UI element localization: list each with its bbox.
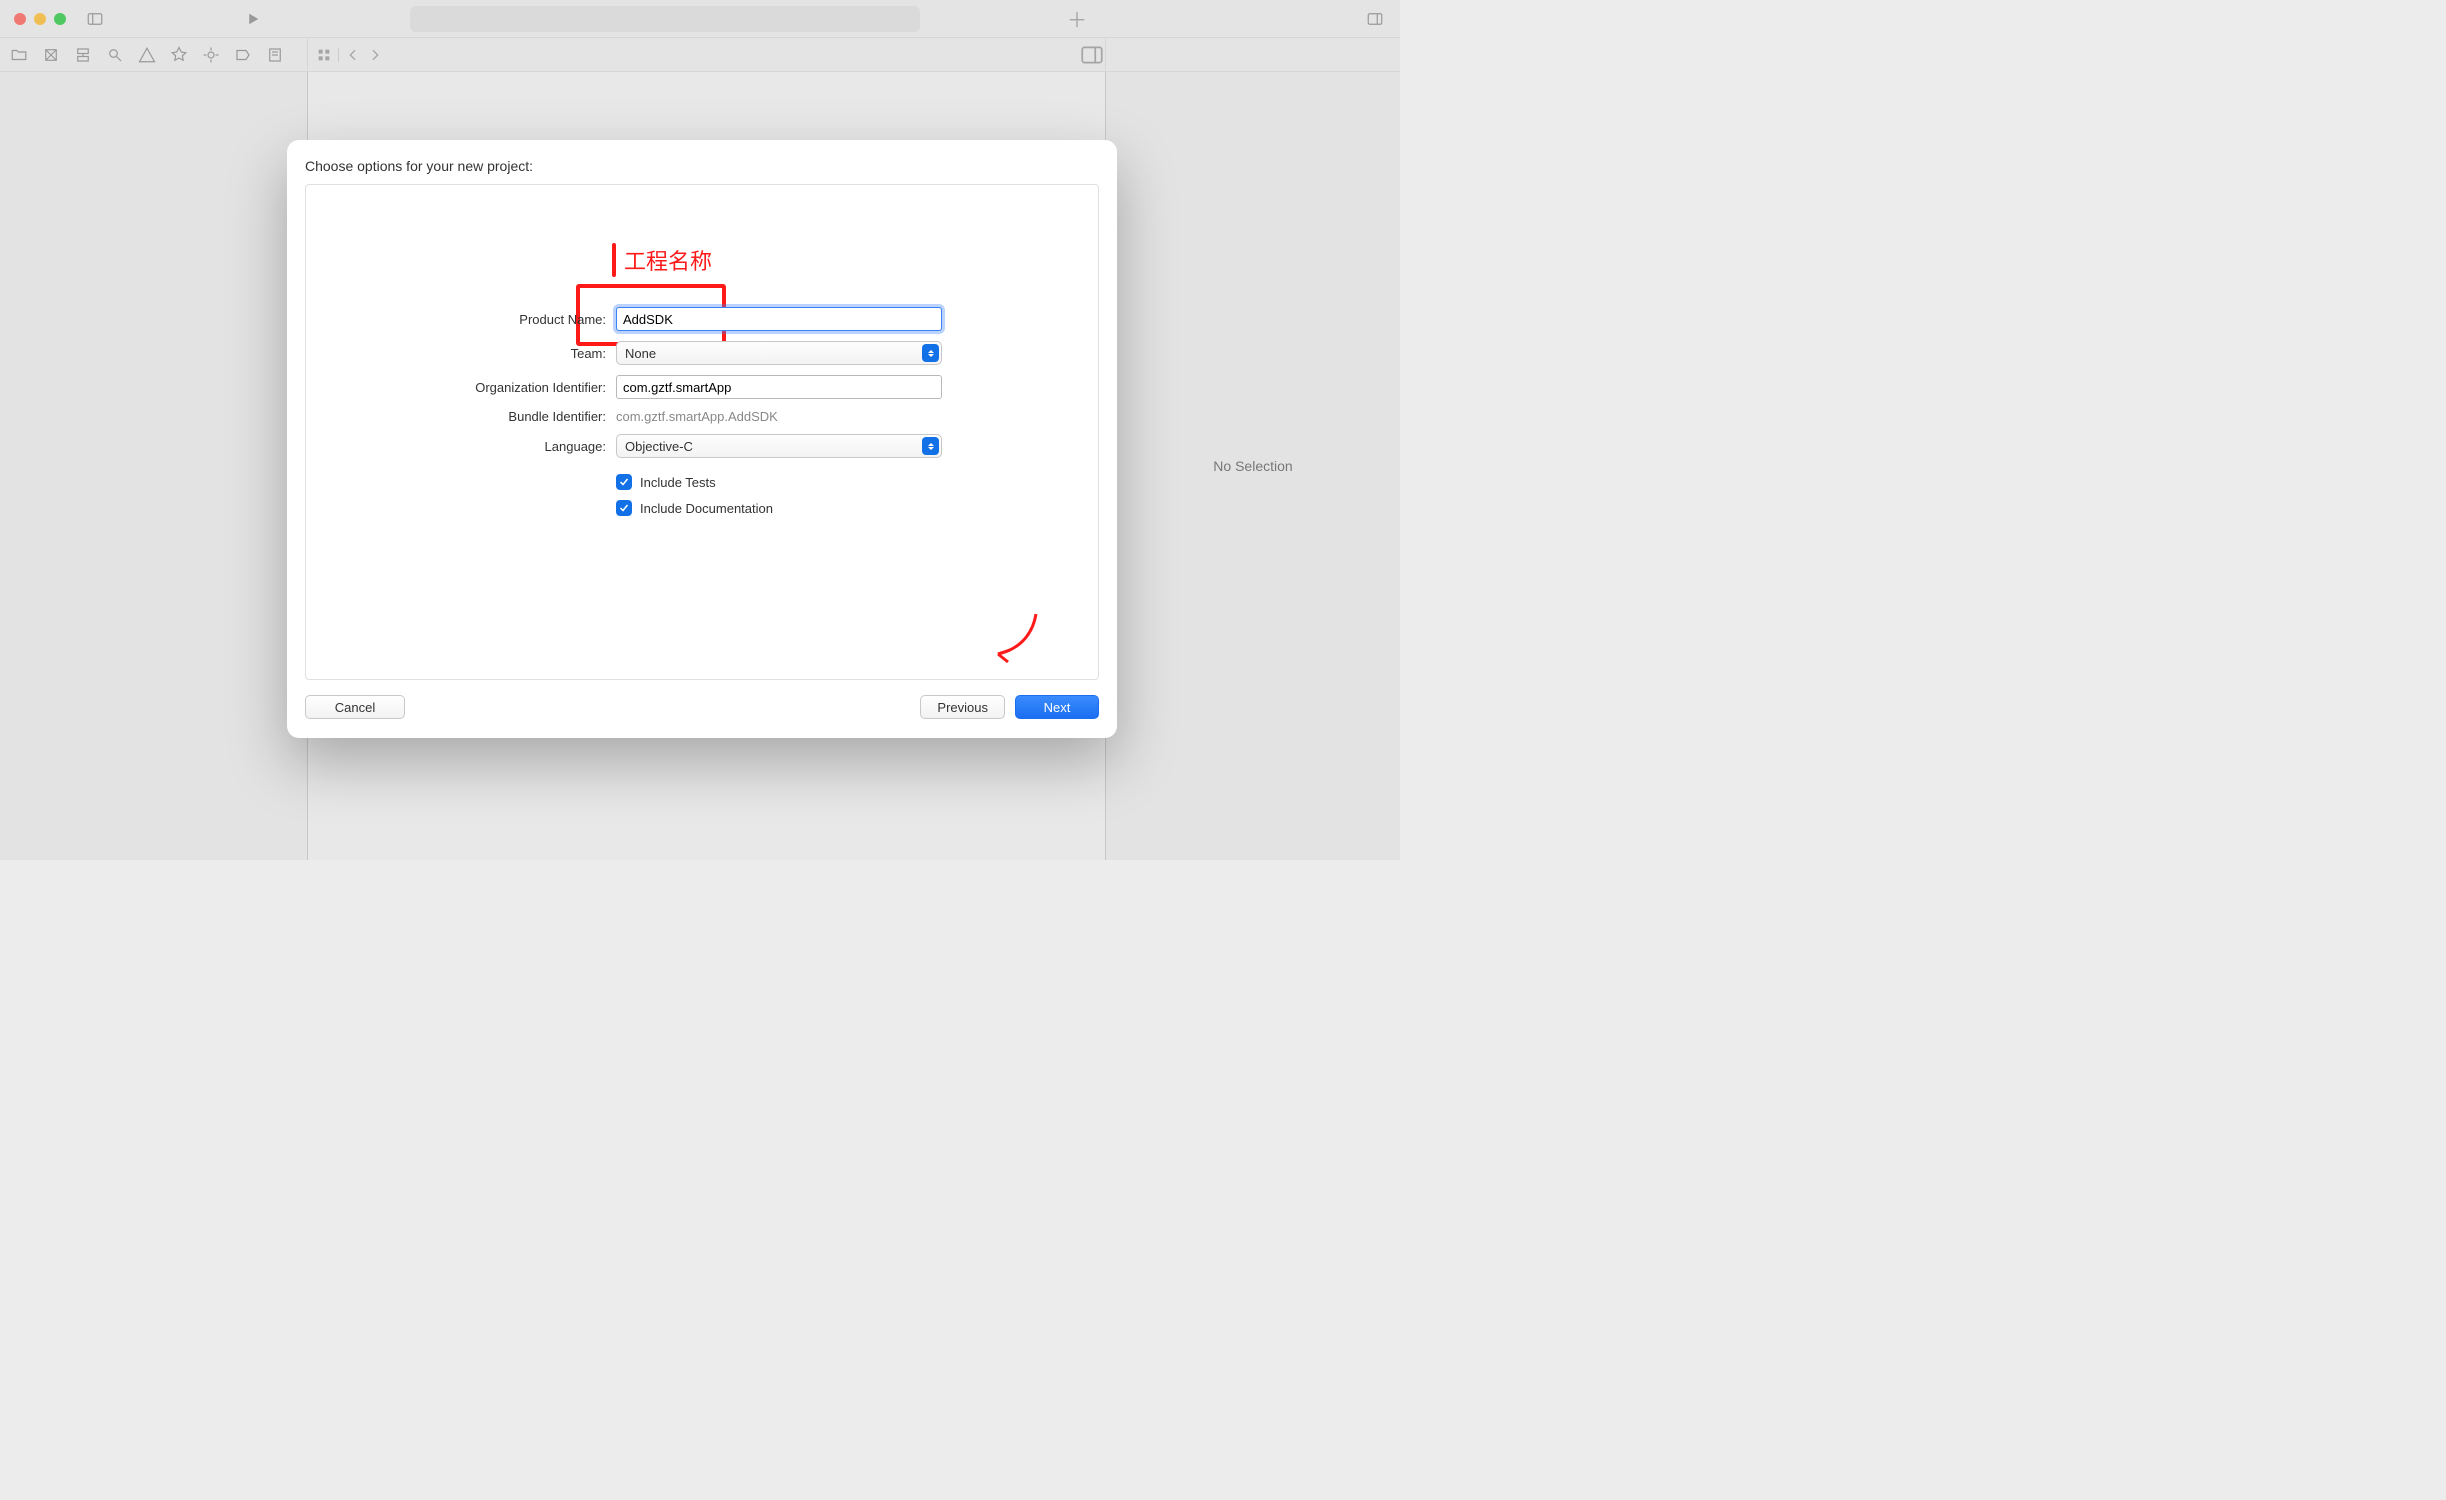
annotation-step-2-arrow: [992, 610, 1052, 673]
new-project-options-sheet: Choose options for your new project: 工程名…: [287, 140, 1117, 738]
product-name-label: Product Name:: [326, 312, 606, 327]
previous-button[interactable]: Previous: [920, 695, 1005, 719]
org-identifier-label: Organization Identifier:: [326, 380, 606, 395]
annotation-step-1: 工程名称: [612, 243, 712, 277]
include-tests-label: Include Tests: [640, 475, 716, 490]
dropdown-arrow-icon: [922, 344, 939, 362]
next-button-label: Next: [1044, 700, 1071, 715]
bundle-identifier-label: Bundle Identifier:: [326, 409, 606, 424]
sheet-body: 工程名称 Product Name: Team: None: [305, 184, 1099, 680]
product-name-input[interactable]: [616, 307, 942, 331]
include-documentation-checkbox[interactable]: [616, 500, 632, 516]
language-select[interactable]: Objective-C: [616, 434, 942, 458]
cancel-button[interactable]: Cancel: [305, 695, 405, 719]
annotation-step-1-label: 工程名称: [624, 244, 712, 276]
next-button[interactable]: Next: [1015, 695, 1099, 719]
previous-button-label: Previous: [937, 700, 988, 715]
inspector-no-selection-text: No Selection: [1213, 458, 1292, 474]
sheet-footer: Cancel Previous Next: [305, 680, 1099, 720]
sheet-title: Choose options for your new project:: [305, 158, 1099, 174]
team-select[interactable]: None: [616, 341, 942, 365]
inspector-panel: No Selection: [1105, 72, 1400, 860]
team-label: Team:: [326, 346, 606, 361]
include-tests-checkbox[interactable]: [616, 474, 632, 490]
team-select-value: None: [625, 346, 656, 361]
annotation-vline-icon: [612, 243, 616, 277]
language-label: Language:: [326, 439, 606, 454]
language-select-value: Objective-C: [625, 439, 693, 454]
navigator-panel: [0, 72, 308, 860]
cancel-button-label: Cancel: [335, 700, 375, 715]
bundle-identifier-value: com.gztf.smartApp.AddSDK: [616, 409, 778, 424]
dropdown-arrow-icon: [922, 437, 939, 455]
include-documentation-label: Include Documentation: [640, 501, 773, 516]
org-identifier-input[interactable]: [616, 375, 942, 399]
